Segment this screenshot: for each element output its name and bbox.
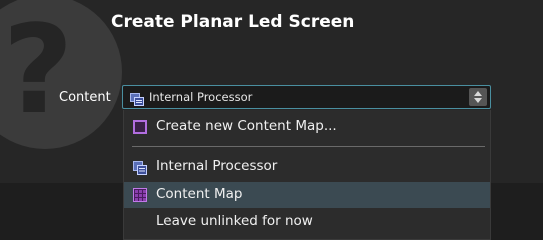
content-map-icon <box>133 188 147 202</box>
menu-item-label: Create new Content Map... <box>156 118 337 134</box>
menu-item-content-map[interactable]: Content Map <box>124 182 490 208</box>
content-dropdown-menu: Create new Content Map... Internal Proce… <box>123 110 491 240</box>
menu-item-create-content-map[interactable]: Create new Content Map... <box>124 114 490 140</box>
content-dropdown-value: Internal Processor <box>149 90 253 104</box>
menu-item-internal-processor[interactable]: Internal Processor <box>124 154 490 180</box>
dropdown-stepper-icon[interactable] <box>469 88 487 106</box>
question-mark-icon: ? <box>2 0 74 141</box>
menu-item-label: Leave unlinked for now <box>156 213 313 229</box>
dialog-title: Create Planar Led Screen <box>111 12 355 32</box>
chevron-down-icon <box>474 98 482 103</box>
internal-processor-icon <box>133 160 147 175</box>
menu-separator <box>132 146 485 147</box>
menu-item-label: Internal Processor <box>156 158 278 174</box>
menu-item-leave-unlinked[interactable]: Leave unlinked for now <box>124 209 490 235</box>
chevron-up-icon <box>474 91 482 96</box>
menu-item-label: Content Map <box>156 186 243 202</box>
help-badge: ? <box>0 0 122 149</box>
internal-processor-icon <box>130 91 144 106</box>
content-map-new-icon <box>133 120 147 134</box>
content-label: Content <box>59 90 111 105</box>
content-dropdown[interactable]: Internal Processor <box>122 85 491 109</box>
